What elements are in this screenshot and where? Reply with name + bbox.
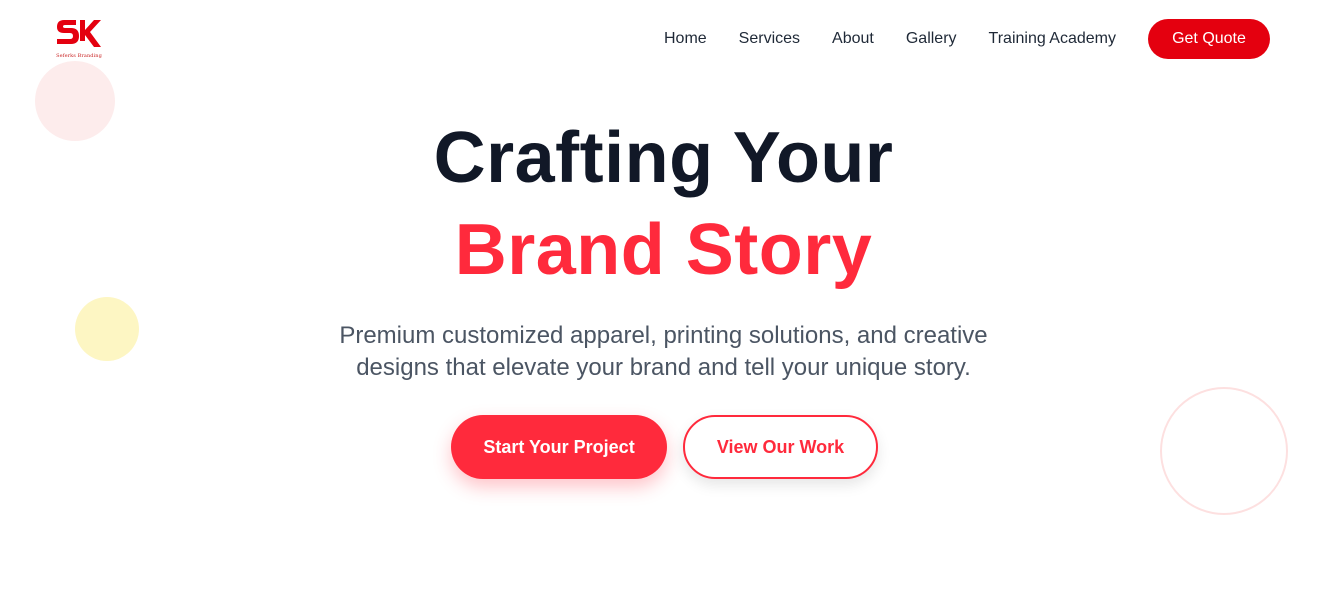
start-your-project-button[interactable]: Start Your Project [451,415,667,479]
sk-logo-icon [57,20,101,47]
landing-page: Seferks Branding Home Services About Gal… [0,0,1327,590]
view-our-work-button[interactable]: View Our Work [683,415,878,479]
hero-cta-row: Start Your Project View Our Work [0,415,1327,479]
nav-link-about[interactable]: About [832,30,874,48]
hero-title-line-2: Brand Story [454,210,873,290]
brand-logo[interactable]: Seferks Branding [54,17,104,61]
nav-link-training-academy[interactable]: Training Academy [989,30,1116,48]
hero-subtitle-line-1: Premium customized apparel, printing sol… [339,322,988,349]
hero-subtitle-line-2: designs that elevate your brand and tell… [356,354,971,381]
brand-tagline: Seferks Branding [56,53,102,59]
hero-title-line-1: Crafting Your [433,118,894,198]
get-quote-button[interactable]: Get Quote [1148,19,1270,59]
nav-link-home[interactable]: Home [664,30,707,48]
nav-link-gallery[interactable]: Gallery [906,30,957,48]
hero-subtitle: Premium customized apparel, printing sol… [0,320,1327,384]
main-nav: Home Services About Gallery Training Aca… [664,19,1270,59]
nav-link-services[interactable]: Services [739,30,800,48]
